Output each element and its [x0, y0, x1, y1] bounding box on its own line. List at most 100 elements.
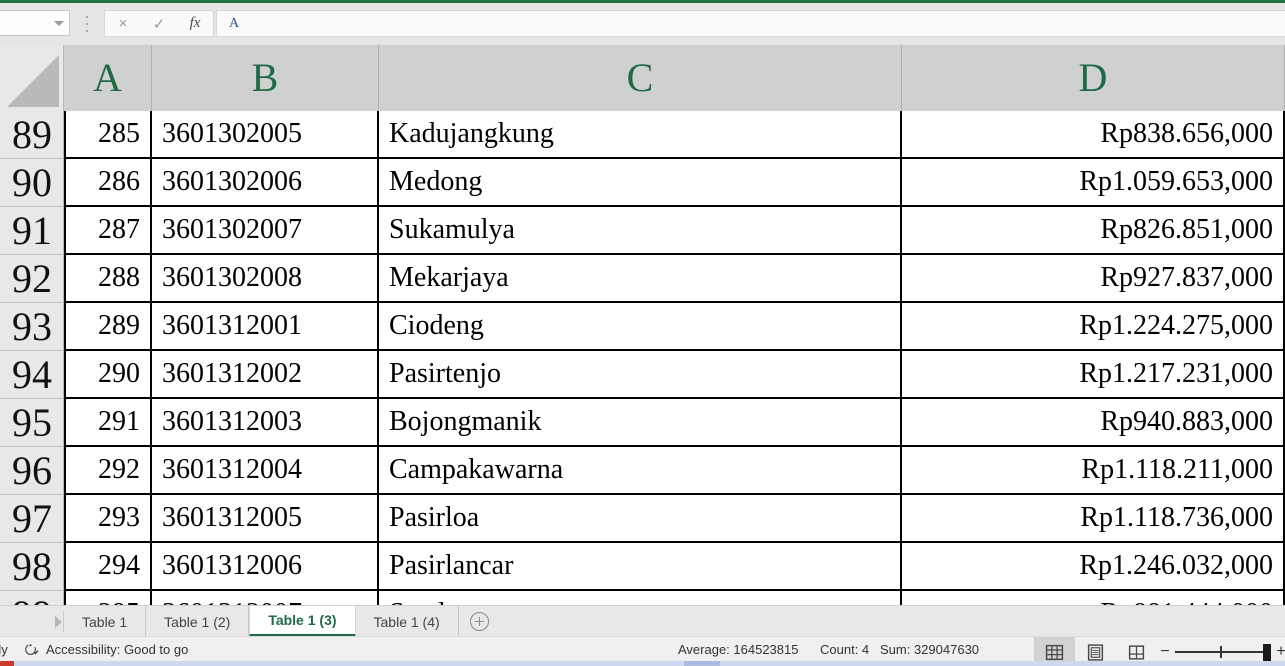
column-header-c[interactable]: C	[379, 45, 902, 111]
cell-A[interactable]: 291	[64, 399, 152, 447]
plus-circle-icon	[470, 612, 490, 631]
column-header-d[interactable]: D	[902, 45, 1285, 111]
status-ready-text: dy	[0, 641, 8, 657]
row-header[interactable]: 96	[0, 447, 64, 495]
cell-B[interactable]: 3601312002	[152, 351, 379, 399]
cell-B[interactable]: 3601302005	[152, 111, 379, 159]
cell-A[interactable]: 294	[64, 543, 152, 591]
cell-D[interactable]: Rp1.118.736,000	[902, 495, 1285, 543]
table-row: 287 3601302007 Sukamulya Rp826.851,000	[64, 207, 1285, 255]
cell-B[interactable]: 3601312005	[152, 495, 379, 543]
row-header[interactable]: 92	[0, 255, 64, 303]
cell-A[interactable]: 285	[64, 111, 152, 159]
cell-D[interactable]: Rp1.217.231,000	[902, 351, 1285, 399]
table-row: 286 3601302006 Medong Rp1.059.653,000	[64, 159, 1285, 207]
cell-A[interactable]: 292	[64, 447, 152, 495]
cell-B[interactable]: 3601312003	[152, 399, 379, 447]
formula-input-value: A	[229, 15, 240, 31]
column-header-a[interactable]: A	[64, 45, 152, 111]
confirm-formula-icon[interactable]: ✓	[141, 11, 177, 36]
cell-C[interactable]: Bojongmanik	[379, 399, 902, 447]
cell-C[interactable]: Sukamulya	[379, 207, 902, 255]
select-all-triangle-icon	[7, 55, 59, 107]
sheet-tab[interactable]: Table 1 (2)	[146, 606, 250, 637]
cell-D[interactable]: Rp1.224.275,000	[902, 303, 1285, 351]
cell-B[interactable]: 3601312006	[152, 543, 379, 591]
cell-A[interactable]: 288	[64, 255, 152, 303]
cell-D[interactable]: Rp881.444,000	[902, 591, 1285, 605]
cell-C[interactable]: Kadujangkung	[379, 111, 902, 159]
cell-A[interactable]: 286	[64, 159, 152, 207]
cell-A[interactable]: 287	[64, 207, 152, 255]
row-header[interactable]: 93	[0, 303, 64, 351]
cell-B[interactable]: 3601312004	[152, 447, 379, 495]
cell-C[interactable]: Sendang	[379, 591, 902, 605]
row-header[interactable]: 97	[0, 495, 64, 543]
cell-C[interactable]: Pasirlancar	[379, 543, 902, 591]
sheet-tabs: Table 1 Table 1 (2) Table 1 (3) Table 1 (4)	[64, 606, 501, 637]
sum-stat[interactable]: Sum: 329047630	[880, 637, 979, 661]
insert-function-icon[interactable]: fx	[177, 11, 213, 36]
chevron-down-icon[interactable]	[49, 11, 69, 35]
cell-C[interactable]: Ciodeng	[379, 303, 902, 351]
cells-region: 285 3601302005 Kadujangkung Rp838.656,000 28…	[64, 111, 1285, 605]
cell-D[interactable]: Rp940.883,000	[902, 399, 1285, 447]
add-sheet-button[interactable]	[459, 606, 501, 637]
cell-C[interactable]: Medong	[379, 159, 902, 207]
accessibility-icon	[24, 642, 39, 657]
sheet-tab[interactable]: Table 1 (3)	[249, 606, 356, 637]
cell-B[interactable]: 3601312007	[152, 591, 379, 605]
cell-C[interactable]: Campakawarna	[379, 447, 902, 495]
taskbar-accent	[0, 661, 14, 666]
cancel-formula-icon[interactable]: ×	[105, 11, 141, 36]
select-all-button[interactable]	[0, 45, 64, 111]
column-header-b[interactable]: B	[152, 45, 379, 111]
table-row: 290 3601312002 Pasirtenjo Rp1.217.231,000	[64, 351, 1285, 399]
cell-D[interactable]: Rp838.656,000	[902, 111, 1285, 159]
row-header[interactable]: 91	[0, 207, 64, 255]
cell-B[interactable]: 3601302008	[152, 255, 379, 303]
column-header-strip: ABCD	[0, 45, 1285, 111]
cell-C[interactable]: Mekarjaya	[379, 255, 902, 303]
cell-D[interactable]: Rp1.246.032,000	[902, 543, 1285, 591]
cell-A[interactable]: 289	[64, 303, 152, 351]
zoom-slider-thumb[interactable]	[1263, 644, 1271, 661]
spreadsheet-grid: ABCD 8990919293949596979899 285360130200…	[0, 45, 1285, 605]
average-stat[interactable]: Average: 164523815	[678, 637, 798, 661]
sheet-tab[interactable]: Table 1	[64, 606, 147, 637]
table-row: 294 3601312006 Pasirlancar Rp1.246.032,000	[64, 543, 1285, 591]
cell-D[interactable]: Rp1.118.211,000	[902, 447, 1285, 495]
cell-C[interactable]: Pasirloa	[379, 495, 902, 543]
table-row: 288 3601302008 Mekarjaya Rp927.837,000	[64, 255, 1285, 303]
cell-A[interactable]: 290	[64, 351, 152, 399]
sheet-tab[interactable]: Table 1 (4)	[355, 606, 459, 637]
cell-B[interactable]: 3601302006	[152, 159, 379, 207]
screen-bottom-sliver	[0, 661, 1285, 666]
taskbar-chip	[684, 661, 720, 666]
row-header[interactable]: 99	[0, 591, 64, 605]
cell-C[interactable]: Pasirtenjo	[379, 351, 902, 399]
table-row: 291 3601312003 Bojongmanik Rp940.883,000	[64, 399, 1285, 447]
row-header[interactable]: 98	[0, 543, 64, 591]
formula-input[interactable]: A	[216, 10, 1285, 37]
accessibility-status[interactable]: Accessibility: Good to go	[24, 637, 188, 661]
row-header[interactable]: 94	[0, 351, 64, 399]
count-stat[interactable]: Count: 4	[820, 637, 869, 661]
cell-B[interactable]: 3601312001	[152, 303, 379, 351]
cell-D[interactable]: Rp826.851,000	[902, 207, 1285, 255]
table-row: 285 3601302005 Kadujangkung Rp838.656,000	[64, 111, 1285, 159]
cell-B[interactable]: 3601302007	[152, 207, 379, 255]
cell-A[interactable]: 293	[64, 495, 152, 543]
row-header[interactable]: 95	[0, 399, 64, 447]
cell-D[interactable]: Rp927.837,000	[902, 255, 1285, 303]
excel-window: × ✓ fx A ABCD 8990919293949596979899 285…	[0, 0, 1285, 666]
formula-bar-grip[interactable]	[84, 16, 89, 32]
sheet-tab-bar: Table 1 Table 1 (2) Table 1 (3) Table 1 (4)	[0, 605, 1285, 637]
name-box[interactable]	[0, 10, 70, 36]
triangle-right-icon[interactable]	[54, 615, 62, 628]
cell-D[interactable]: Rp1.059.653,000	[902, 159, 1285, 207]
row-header[interactable]: 89	[0, 111, 64, 159]
cell-A[interactable]: 295	[64, 591, 152, 605]
row-header[interactable]: 90	[0, 159, 64, 207]
row-header-column: 8990919293949596979899	[0, 111, 64, 605]
